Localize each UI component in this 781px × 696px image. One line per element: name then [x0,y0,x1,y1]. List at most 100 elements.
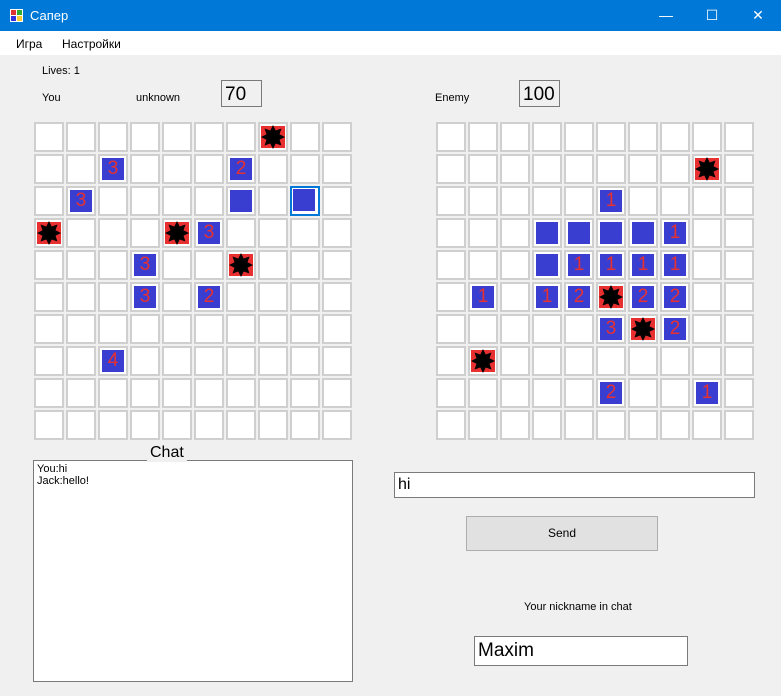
enemy-board-cell[interactable] [596,282,626,312]
enemy-board-cell[interactable] [436,378,466,408]
enemy-board-cell[interactable] [468,346,498,376]
you-board-cell[interactable] [258,346,288,376]
enemy-board-cell[interactable]: 2 [660,282,690,312]
close-button[interactable]: ✕ [735,0,781,31]
you-board-cell[interactable] [194,154,224,184]
you-board-cell[interactable] [66,282,96,312]
you-board-cell[interactable] [322,186,352,216]
you-board-cell[interactable] [322,282,352,312]
enemy-board-cell[interactable] [724,154,754,184]
enemy-board-cell[interactable]: 2 [628,282,658,312]
you-board-cell[interactable] [98,250,128,280]
you-board-cell[interactable] [66,154,96,184]
you-board-cell[interactable] [290,218,320,248]
enemy-board-cell[interactable] [436,122,466,152]
you-board-cell[interactable] [226,122,256,152]
enemy-board-cell[interactable] [500,410,530,440]
you-board-cell[interactable]: 3 [130,282,160,312]
enemy-board-cell[interactable] [468,218,498,248]
enemy-board-cell[interactable]: 2 [596,378,626,408]
enemy-board-cell[interactable] [532,154,562,184]
enemy-board-cell[interactable] [564,122,594,152]
minimize-button[interactable]: — [643,0,689,31]
enemy-board-cell[interactable] [724,218,754,248]
you-board-cell[interactable] [162,250,192,280]
you-board-cell[interactable] [258,282,288,312]
enemy-board-cell[interactable] [468,250,498,280]
enemy-board-cell[interactable] [532,346,562,376]
you-board-cell[interactable] [226,282,256,312]
you-board-cell[interactable] [34,218,64,248]
enemy-board-cell[interactable] [436,154,466,184]
you-board-cell[interactable] [130,378,160,408]
you-board-cell[interactable] [34,282,64,312]
you-board-cell[interactable] [162,346,192,376]
enemy-board-cell[interactable] [436,410,466,440]
enemy-board-cell[interactable] [532,410,562,440]
enemy-board-cell[interactable] [596,218,626,248]
you-board-cell[interactable] [194,122,224,152]
enemy-board-cell[interactable] [692,122,722,152]
enemy-board-cell[interactable] [724,250,754,280]
you-board-cell[interactable] [290,122,320,152]
you-board-cell[interactable] [258,410,288,440]
enemy-board-cell[interactable] [436,346,466,376]
you-board-cell[interactable] [290,154,320,184]
you-board-cell[interactable] [130,122,160,152]
enemy-board-cell[interactable] [500,218,530,248]
enemy-board-cell[interactable] [660,346,690,376]
enemy-board-cell[interactable] [596,410,626,440]
enemy-board-cell[interactable] [660,186,690,216]
you-board-cell[interactable] [258,186,288,216]
you-board-cell[interactable] [322,154,352,184]
enemy-board-cell[interactable]: 1 [692,378,722,408]
enemy-board-cell[interactable] [628,314,658,344]
you-board-cell[interactable] [162,378,192,408]
enemy-board-cell[interactable] [500,250,530,280]
enemy-board-cell[interactable]: 1 [468,282,498,312]
you-board-cell[interactable] [162,314,192,344]
enemy-board-cell[interactable] [500,378,530,408]
send-button[interactable]: Send [466,516,658,551]
enemy-board-cell[interactable] [692,314,722,344]
you-board-cell[interactable] [322,378,352,408]
you-board-cell[interactable] [66,378,96,408]
you-board-cell[interactable]: 3 [66,186,96,216]
you-board-cell[interactable] [162,154,192,184]
enemy-board-cell[interactable] [596,154,626,184]
you-board-cell[interactable] [162,282,192,312]
enemy-board-cell[interactable] [628,186,658,216]
enemy-board-cell[interactable]: 2 [564,282,594,312]
enemy-board-cell[interactable] [500,314,530,344]
enemy-board-cell[interactable]: 1 [596,186,626,216]
you-board-cell[interactable] [290,314,320,344]
you-board-cell[interactable] [226,218,256,248]
enemy-board-cell[interactable] [596,122,626,152]
you-board-cell[interactable]: 2 [194,282,224,312]
you-board-cell[interactable] [194,410,224,440]
you-board-cell[interactable] [258,378,288,408]
you-board-cell[interactable]: 4 [98,346,128,376]
menu-settings[interactable]: Настройки [62,37,121,51]
you-board-cell[interactable] [66,346,96,376]
you-board-cell[interactable] [258,154,288,184]
enemy-board-cell[interactable]: 1 [564,250,594,280]
enemy-board-cell[interactable] [660,154,690,184]
you-board-cell[interactable] [162,410,192,440]
you-board-cell[interactable] [290,250,320,280]
you-board-cell[interactable]: 2 [226,154,256,184]
you-board-cell[interactable] [98,218,128,248]
you-board-cell[interactable] [226,410,256,440]
enemy-board-cell[interactable] [692,410,722,440]
enemy-board-cell[interactable] [468,122,498,152]
you-board-cell[interactable] [130,218,160,248]
enemy-board-cell[interactable] [564,410,594,440]
you-board-cell[interactable] [66,250,96,280]
enemy-board-cell[interactable] [564,186,594,216]
you-board-cell[interactable] [194,346,224,376]
enemy-board-cell[interactable] [500,346,530,376]
enemy-board-cell[interactable] [436,218,466,248]
enemy-board-cell[interactable] [436,282,466,312]
enemy-board-cell[interactable] [532,378,562,408]
you-board-cell[interactable] [98,314,128,344]
